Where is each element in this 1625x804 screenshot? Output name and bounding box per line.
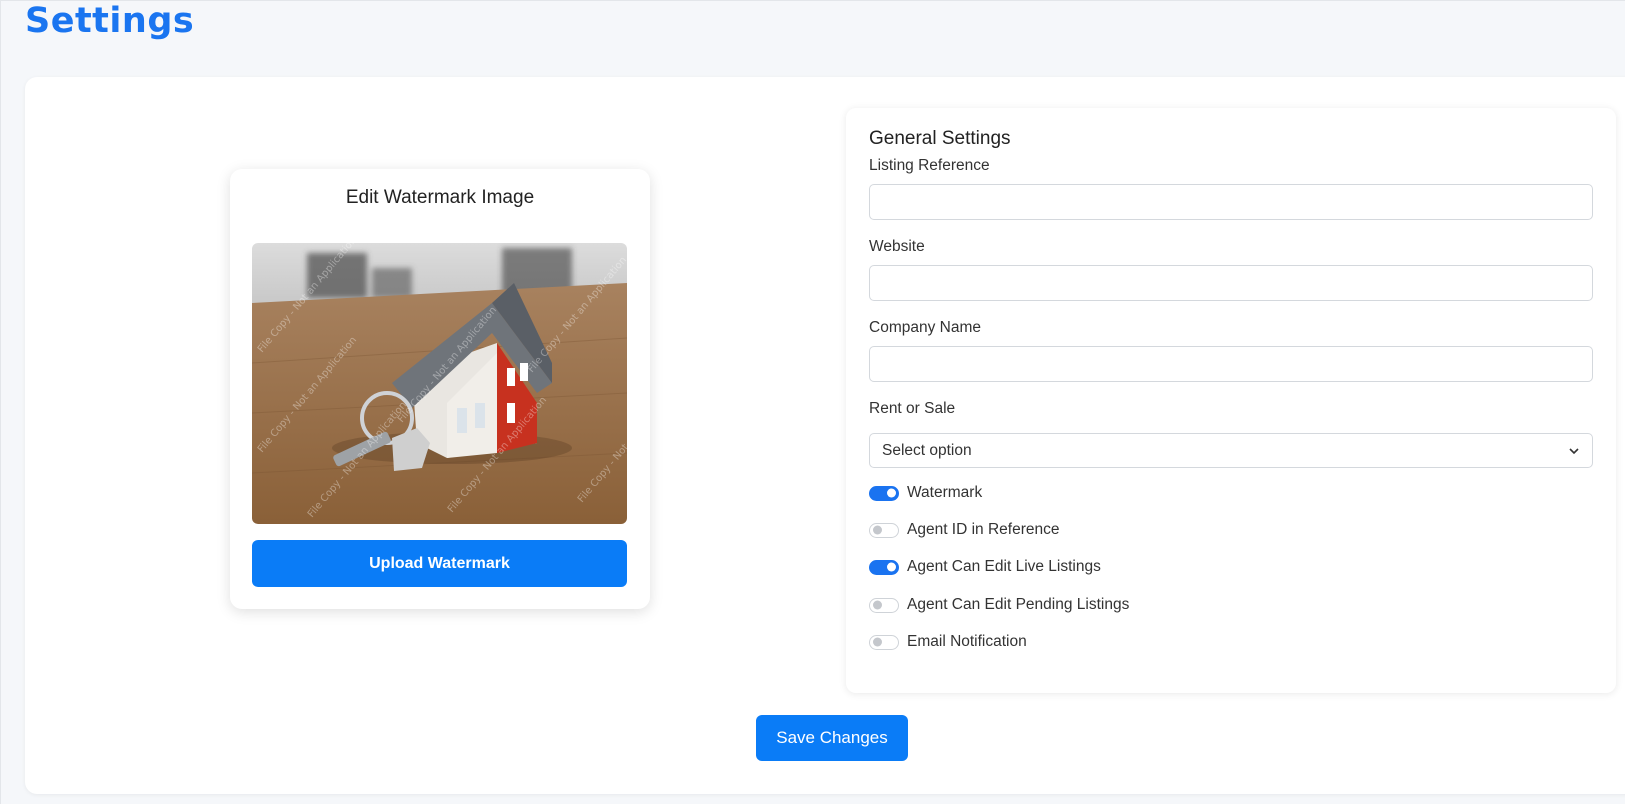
watermark-preview-image: File Copy - Not an Application File Copy… [252, 243, 627, 524]
watermark-card: Edit Watermark Image File Copy - Not an … [230, 169, 650, 609]
general-settings-title: General Settings [869, 128, 1011, 149]
listing-reference-input[interactable] [869, 184, 1593, 220]
toggle-label: Watermark [907, 484, 983, 501]
toggle-switch[interactable] [869, 485, 899, 501]
toggle-switch[interactable] [869, 634, 899, 650]
toggle-label: Email Notification [907, 633, 1027, 650]
toggle-watermark[interactable]: Watermark [869, 482, 982, 504]
rent-or-sale-selected: Select option [882, 442, 972, 459]
toggle-label: Agent Can Edit Pending Listings [907, 596, 1130, 613]
company-name-label: Company Name [869, 319, 981, 336]
general-settings-card: General Settings Listing Reference Websi… [846, 108, 1616, 693]
rent-or-sale-label: Rent or Sale [869, 400, 956, 417]
toggle-email-notification[interactable]: Email Notification [869, 631, 1027, 653]
toggle-label: Agent ID in Reference [907, 521, 1060, 538]
company-name-input[interactable] [869, 346, 1593, 382]
watermark-card-title: Edit Watermark Image [345, 187, 535, 208]
listing-reference-label: Listing Reference [869, 157, 990, 174]
upload-watermark-button[interactable]: Upload Watermark [252, 540, 627, 587]
toggle-switch[interactable] [869, 522, 899, 538]
website-label: Website [869, 238, 925, 255]
website-input[interactable] [869, 265, 1593, 301]
toggle-label: Agent Can Edit Live Listings [907, 558, 1101, 575]
toggle-agent-edit-pending[interactable]: Agent Can Edit Pending Listings [869, 594, 1129, 616]
chevron-down-icon [1569, 448, 1579, 455]
toggle-agent-id-in-reference[interactable]: Agent ID in Reference [869, 519, 1060, 541]
save-changes-button[interactable]: Save Changes [756, 715, 908, 761]
toggle-switch[interactable] [869, 597, 899, 613]
rent-or-sale-select[interactable]: Select option [869, 433, 1593, 468]
toggle-agent-edit-live[interactable]: Agent Can Edit Live Listings [869, 556, 1101, 578]
toggle-switch[interactable] [869, 559, 899, 575]
page-title: Settings [25, 1, 195, 41]
